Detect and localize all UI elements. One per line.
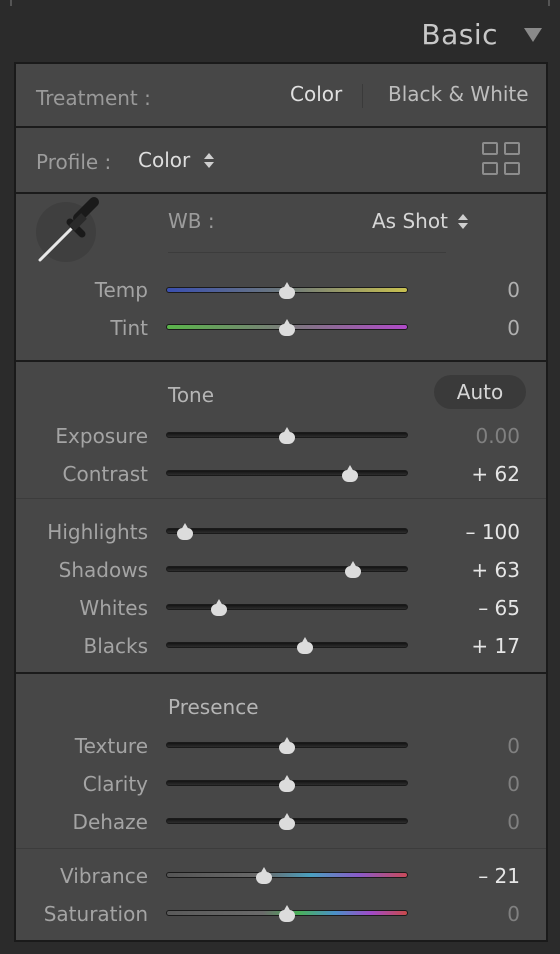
wb-underline (168, 252, 446, 253)
blacks-slider-track[interactable] (166, 642, 408, 648)
vibrance-slider-thumb[interactable] (256, 867, 273, 884)
treatment-color-option[interactable]: Color (290, 82, 342, 106)
blacks-value[interactable]: + 17 (430, 634, 520, 658)
presence-divider (16, 848, 546, 849)
triangle-down-icon[interactable] (524, 28, 542, 42)
up-down-arrows-icon[interactable] (204, 153, 214, 169)
presence-heading: Presence (168, 695, 259, 719)
contrast-slider-track[interactable] (166, 470, 408, 476)
texture-slider-thumb[interactable] (279, 737, 295, 754)
treatment-bw-option[interactable]: Black & White (388, 82, 529, 106)
exposure-label: Exposure (55, 424, 148, 448)
exposure-slider-thumb[interactable] (279, 427, 295, 444)
contrast-value[interactable]: + 62 (430, 462, 520, 486)
dehaze-slider-thumb[interactable] (279, 813, 295, 830)
clarity-slider-thumb[interactable] (279, 775, 295, 792)
highlights-value[interactable]: – 100 (430, 520, 520, 544)
whites-value[interactable]: – 65 (430, 596, 520, 620)
saturation-label: Saturation (43, 902, 148, 926)
top-border (10, 0, 550, 6)
panel-title: Basic (421, 18, 498, 51)
profile-select[interactable]: Color (138, 148, 190, 172)
profile-row: Profile : Color (16, 126, 546, 192)
dehaze-label: Dehaze (72, 810, 148, 834)
tone-divider (16, 498, 546, 499)
tint-slider-thumb[interactable] (279, 319, 295, 336)
up-down-arrows-icon[interactable] (458, 214, 468, 230)
texture-value[interactable]: 0 (430, 734, 520, 758)
tone-heading: Tone (168, 383, 215, 407)
shadows-value[interactable]: + 63 (430, 558, 520, 582)
temp-value[interactable]: 0 (430, 278, 520, 302)
treatment-label: Treatment : (36, 86, 151, 110)
blacks-slider-thumb[interactable] (297, 637, 314, 654)
wb-select[interactable]: As Shot (372, 209, 448, 233)
highlights-slider-thumb[interactable] (177, 523, 194, 540)
shadows-label: Shadows (58, 558, 148, 582)
clarity-value[interactable]: 0 (430, 772, 520, 796)
temp-slider-thumb[interactable] (279, 282, 295, 299)
treatment-row: Treatment : Color Black & White (16, 64, 546, 126)
basic-panel: Basic Treatment : Color Black & White Pr… (0, 0, 560, 954)
highlights-slider-track[interactable] (166, 528, 408, 534)
eyedropper-icon[interactable] (34, 196, 104, 266)
whites-label: Whites (79, 596, 148, 620)
whites-slider-thumb[interactable] (211, 599, 228, 616)
dehaze-value[interactable]: 0 (430, 810, 520, 834)
saturation-value[interactable]: 0 (430, 902, 520, 926)
presence-section (16, 672, 546, 940)
clarity-label: Clarity (82, 772, 148, 796)
texture-label: Texture (74, 734, 148, 758)
wb-label: WB : (168, 209, 215, 233)
grid-icon[interactable] (482, 142, 522, 176)
contrast-label: Contrast (62, 462, 148, 486)
contrast-slider-thumb[interactable] (342, 465, 359, 482)
vibrance-label: Vibrance (60, 864, 148, 888)
highlights-label: Highlights (47, 520, 148, 544)
whites-slider-track[interactable] (166, 604, 408, 610)
vibrance-slider-track[interactable] (166, 872, 408, 878)
exposure-value[interactable]: 0.00 (430, 424, 520, 448)
tint-value[interactable]: 0 (430, 316, 520, 340)
vibrance-value[interactable]: – 21 (430, 864, 520, 888)
saturation-slider-thumb[interactable] (279, 905, 295, 922)
treatment-separator (362, 84, 363, 108)
shadows-slider-track[interactable] (166, 566, 408, 572)
temp-label: Temp (94, 278, 148, 302)
panel-header[interactable]: Basic (0, 8, 560, 60)
auto-tone-button[interactable]: Auto (434, 375, 526, 409)
tint-label: Tint (110, 316, 148, 340)
shadows-slider-thumb[interactable] (344, 561, 361, 578)
profile-label: Profile : (36, 150, 112, 174)
blacks-label: Blacks (83, 634, 148, 658)
